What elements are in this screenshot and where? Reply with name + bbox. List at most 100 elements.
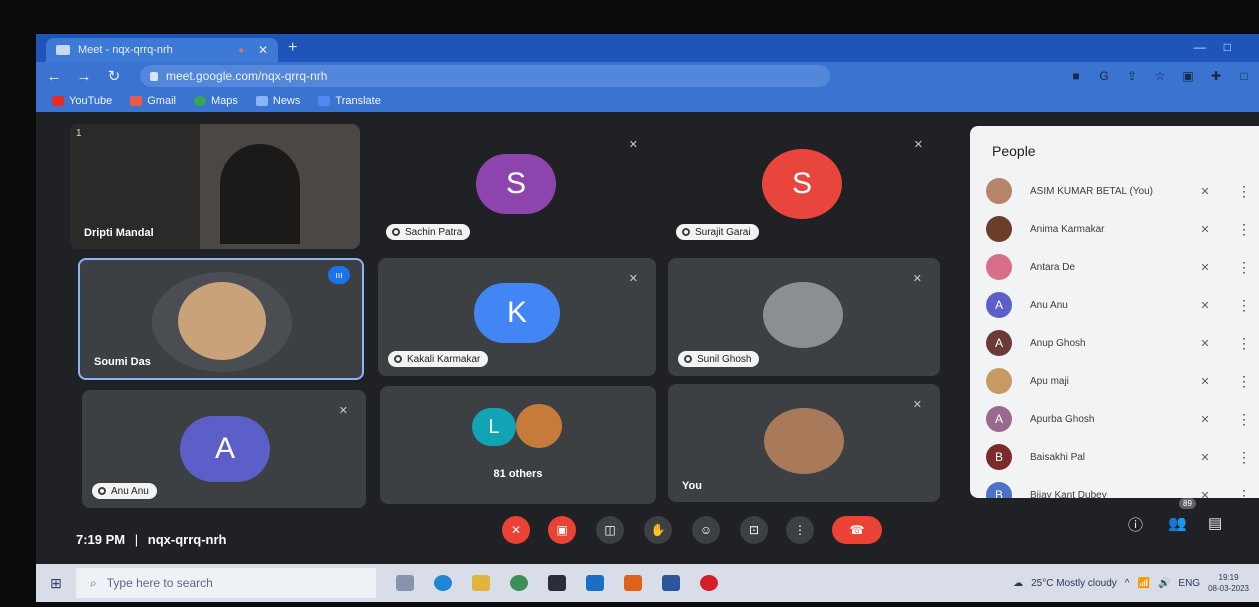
people-list-item[interactable]: A Apurba Ghosh ✕ ⋮ (986, 400, 1259, 438)
mic-off-icon: ✕ (338, 405, 348, 417)
chat-icon[interactable]: ▤ (1208, 514, 1222, 532)
bookmark-translate[interactable]: Translate (318, 95, 381, 107)
people-list-item[interactable]: A Anup Ghosh ✕ ⋮ (986, 324, 1259, 362)
system-clock[interactable]: 19:19 08-03-2023 (1208, 572, 1249, 594)
raise-hand-button[interactable]: ✋ (644, 516, 672, 544)
new-tab-button[interactable]: + (288, 39, 297, 57)
people-list-item[interactable]: B Baisakhi Pal ✕ ⋮ (986, 438, 1259, 476)
people-avatar: A (986, 330, 1012, 356)
taskbar-search[interactable]: ⌕ Type here to search (76, 568, 376, 598)
opera-icon[interactable] (700, 575, 718, 591)
name-chip: Sachin Patra (386, 224, 471, 240)
search-icon: ⌕ (90, 575, 97, 590)
people-icon[interactable]: 👥 (1168, 514, 1187, 532)
people-list-item[interactable]: Apu maji ✕ ⋮ (986, 362, 1259, 400)
present-button[interactable]: ⊡ (740, 516, 768, 544)
mic-off-icon[interactable]: ✕ (1190, 299, 1220, 312)
mail-icon[interactable] (586, 575, 604, 591)
people-list-item[interactable]: A Anu Anu ✕ ⋮ (986, 286, 1259, 324)
more-vert-icon[interactable]: ⋮ (1232, 449, 1256, 466)
participant-tile-kakali[interactable]: ✕ K Kakali Karmakar (378, 258, 656, 376)
avatar-photo (516, 404, 562, 448)
mic-off-icon[interactable]: ✕ (1190, 489, 1220, 499)
edge-icon[interactable] (434, 575, 452, 591)
share-icon[interactable]: ⇪ (1125, 69, 1139, 83)
bookmark-maps[interactable]: Maps (193, 95, 238, 107)
language-indicator[interactable]: ENG (1178, 578, 1200, 589)
mic-off-icon: ✕ (628, 139, 638, 151)
avatar: S (762, 149, 842, 219)
participant-tile-anu[interactable]: ✕ A Anu Anu (82, 390, 366, 508)
reactions-button[interactable]: ☺ (692, 516, 720, 544)
more-vert-icon[interactable]: ⋮ (1232, 259, 1256, 276)
participant-tile-you[interactable]: ✕ You (668, 384, 940, 502)
mic-off-icon[interactable]: ✕ (1190, 337, 1220, 350)
network-icon[interactable]: 📶 (1138, 578, 1150, 589)
bookmark-news[interactable]: News (255, 95, 300, 107)
extension-icon[interactable]: ▣ (1181, 69, 1195, 83)
word-icon[interactable] (662, 575, 680, 591)
more-vert-icon[interactable]: ⋮ (1232, 487, 1256, 499)
people-list-item[interactable]: Anima Karmakar ✕ ⋮ (986, 210, 1259, 248)
chevron-up-icon[interactable]: ^ (1125, 578, 1130, 589)
store-icon[interactable] (548, 575, 566, 591)
volume-icon[interactable]: 🔊 (1158, 578, 1170, 589)
avatar: K (474, 283, 560, 343)
avatar-photo (178, 282, 266, 360)
speaking-indicator-icon: ııı (328, 266, 350, 284)
more-options-button[interactable]: ⋮ (786, 516, 814, 544)
mic-off-icon[interactable]: ✕ (1190, 261, 1220, 274)
close-tab-icon[interactable]: ✕ (258, 43, 268, 57)
participant-tile-others[interactable]: L 81 others (380, 386, 656, 504)
people-list-item[interactable]: ASIM KUMAR BETAL (You) ✕ ⋮ (986, 172, 1259, 210)
more-vert-icon[interactable]: ⋮ (1232, 373, 1256, 390)
more-vert-icon[interactable]: ⋮ (1232, 411, 1256, 428)
participant-tile-dripti[interactable]: 1 Dripti Mandal (70, 124, 360, 249)
file-explorer-icon[interactable] (472, 575, 490, 591)
back-arrow-icon[interactable]: ← (42, 68, 66, 85)
more-vert-icon[interactable]: ⋮ (1232, 183, 1256, 200)
sidepanel-icon[interactable]: □ (1237, 69, 1251, 83)
clock-date: 08-03-2023 (1208, 584, 1249, 593)
participant-tile-soumi[interactable]: ııı Soumi Das (78, 258, 364, 380)
people-list-item[interactable]: Antara De ✕ ⋮ (986, 248, 1259, 286)
forward-arrow-icon[interactable]: → (72, 68, 96, 85)
mic-off-icon[interactable]: ✕ (1190, 451, 1220, 464)
camera-toggle-button[interactable]: ▣ (548, 516, 576, 544)
mic-off-icon[interactable]: ✕ (1190, 375, 1220, 388)
people-list-item[interactable]: B Bijay Kant Dubey ✕ ⋮ (986, 476, 1259, 498)
bookmark-star-icon[interactable]: ☆ (1153, 69, 1167, 83)
mic-off-icon[interactable]: ✕ (1190, 185, 1220, 198)
more-vert-icon[interactable]: ⋮ (1232, 221, 1256, 238)
participant-tile-sunil[interactable]: ✕ Sunil Ghosh (668, 258, 940, 376)
name-chip: Sunil Ghosh (678, 351, 760, 367)
office-icon[interactable] (624, 575, 642, 591)
weather-text[interactable]: 25°C Mostly cloudy (1031, 578, 1117, 589)
people-avatar (986, 254, 1012, 280)
more-vert-icon: ⋮ (794, 523, 806, 537)
address-bar[interactable]: meet.google.com/nqx-qrrq-nrh (140, 65, 830, 87)
bookmark-youtube[interactable]: YouTube (52, 95, 112, 107)
mic-off-icon[interactable]: ✕ (1190, 223, 1220, 236)
people-panel-title: People (992, 143, 1036, 159)
bookmark-gmail[interactable]: Gmail (130, 95, 176, 107)
participant-tile-sachin[interactable]: ✕ S Sachin Patra (376, 124, 656, 249)
more-vert-icon[interactable]: ⋮ (1232, 297, 1256, 314)
people-avatar: A (986, 406, 1012, 432)
camera-icon[interactable]: ■ (1069, 69, 1083, 83)
windows-start-icon[interactable]: ⊞ (36, 575, 76, 592)
reload-icon[interactable]: ↻ (102, 67, 126, 85)
info-icon[interactable]: ⓘ (1128, 514, 1143, 535)
mic-off-icon[interactable]: ✕ (1190, 413, 1220, 426)
puzzle-icon[interactable]: ✚ (1209, 69, 1223, 83)
window-controls[interactable]: —□ (1194, 40, 1249, 54)
more-vert-icon[interactable]: ⋮ (1232, 335, 1256, 352)
captions-button[interactable]: ◫ (596, 516, 624, 544)
mic-toggle-button[interactable]: ✕ (502, 516, 530, 544)
google-icon[interactable]: G (1097, 69, 1111, 83)
task-view-icon[interactable] (396, 575, 414, 591)
participant-tile-surajit[interactable]: ✕ S Surajit Garai (666, 124, 941, 249)
chrome-icon[interactable] (510, 575, 528, 591)
leave-call-button[interactable]: ☎ (832, 516, 882, 544)
browser-tab[interactable]: Meet - nqx-qrrq-nrh ● ✕ (46, 38, 278, 62)
